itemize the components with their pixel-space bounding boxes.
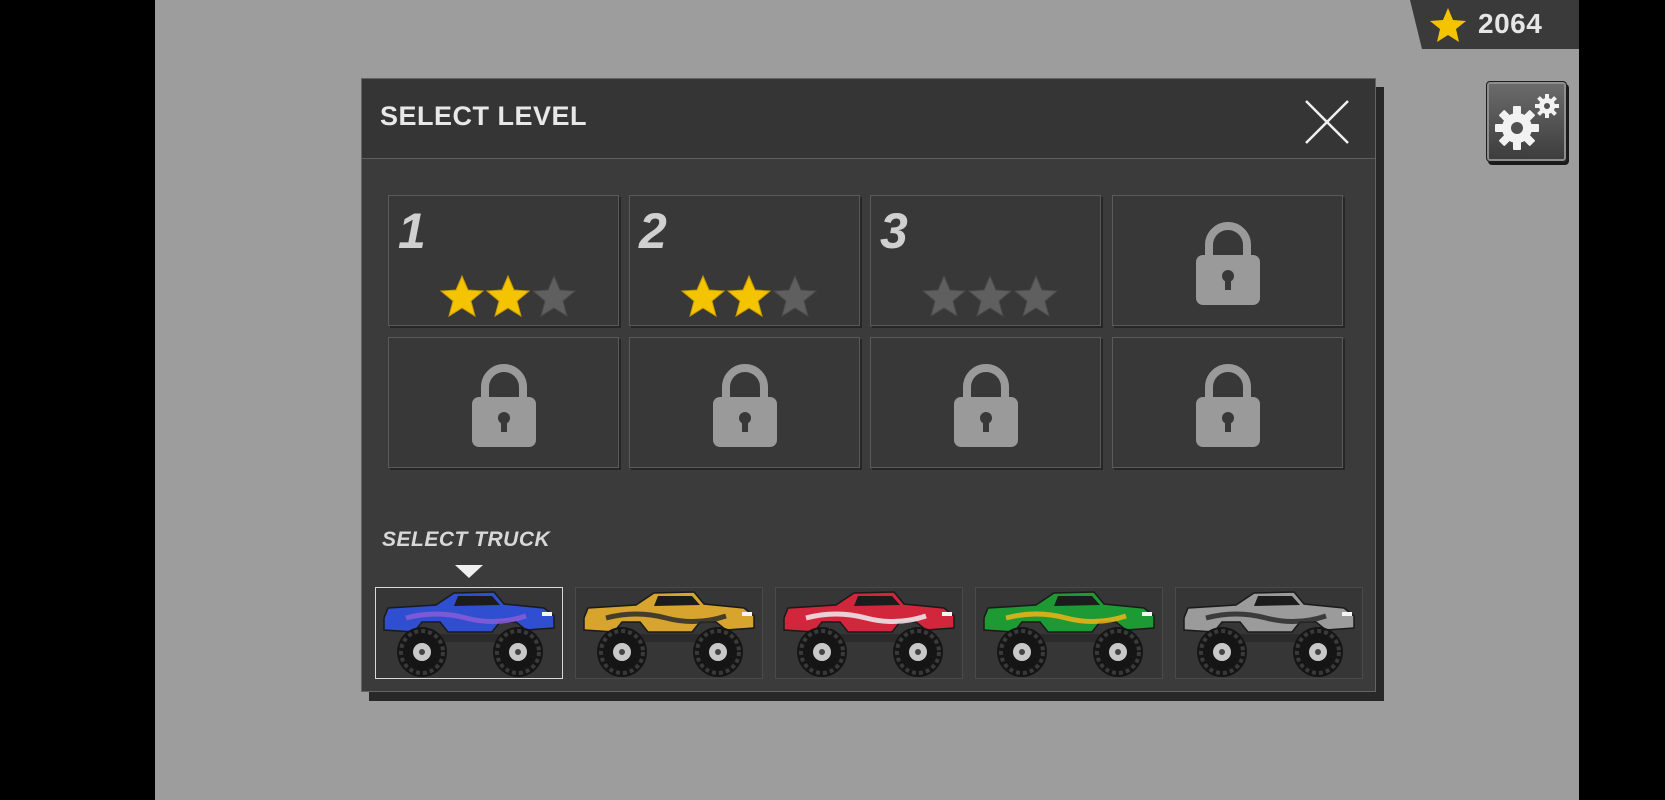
level-tile-3[interactable]: 3 [870,195,1101,326]
lock-icon [1196,364,1260,447]
level-number: 3 [880,203,908,259]
monster-truck-icon [1183,591,1355,677]
dialog-title: SELECT LEVEL [380,101,588,131]
select-level-dialog: SELECT LEVEL 1 2 3 SELECT TRUCK [361,78,1376,692]
select-truck-label: SELECT TRUCK [382,528,551,551]
monster-truck-icon [783,591,955,677]
level-stars [680,274,818,323]
selected-truck-pointer [455,565,483,578]
star-filled-icon [680,274,726,318]
gear-icon [1495,94,1559,150]
coin-counter: 2064 [1410,0,1579,49]
truck-option-green[interactable] [975,587,1163,679]
level-tile-6[interactable] [629,337,860,468]
level-tile-4[interactable] [1112,195,1343,326]
level-tile-7[interactable] [870,337,1101,468]
level-tile-5[interactable] [388,337,619,468]
level-stars [921,274,1059,323]
lock-icon [1196,222,1260,305]
level-stars [439,274,577,323]
star-filled-icon [485,274,531,318]
settings-button[interactable] [1486,81,1567,162]
truck-option-red[interactable] [775,587,963,679]
level-number: 2 [639,203,667,259]
truck-option-yellow[interactable] [575,587,763,679]
coin-count: 2064 [1478,8,1543,39]
dialog-header: SELECT LEVEL [362,79,1375,159]
close-icon [1305,100,1349,144]
level-tile-8[interactable] [1112,337,1343,468]
star-empty-icon [921,274,967,318]
level-number: 1 [398,203,426,259]
star-empty-icon [1013,274,1059,318]
star-empty-icon [772,274,818,318]
level-tile-2[interactable]: 2 [629,195,860,326]
lock-icon [472,364,536,447]
lock-icon [954,364,1018,447]
monster-truck-icon [983,591,1155,677]
star-empty-icon [531,274,577,318]
star-icon [1430,8,1466,42]
monster-truck-icon [383,591,555,677]
close-button[interactable] [1302,97,1352,147]
star-empty-icon [967,274,1013,318]
truck-option-silver[interactable] [1175,587,1363,679]
star-filled-icon [439,274,485,318]
monster-truck-icon [583,591,755,677]
truck-option-blue[interactable] [375,587,563,679]
lock-icon [713,364,777,447]
star-filled-icon [726,274,772,318]
level-tile-1[interactable]: 1 [388,195,619,326]
